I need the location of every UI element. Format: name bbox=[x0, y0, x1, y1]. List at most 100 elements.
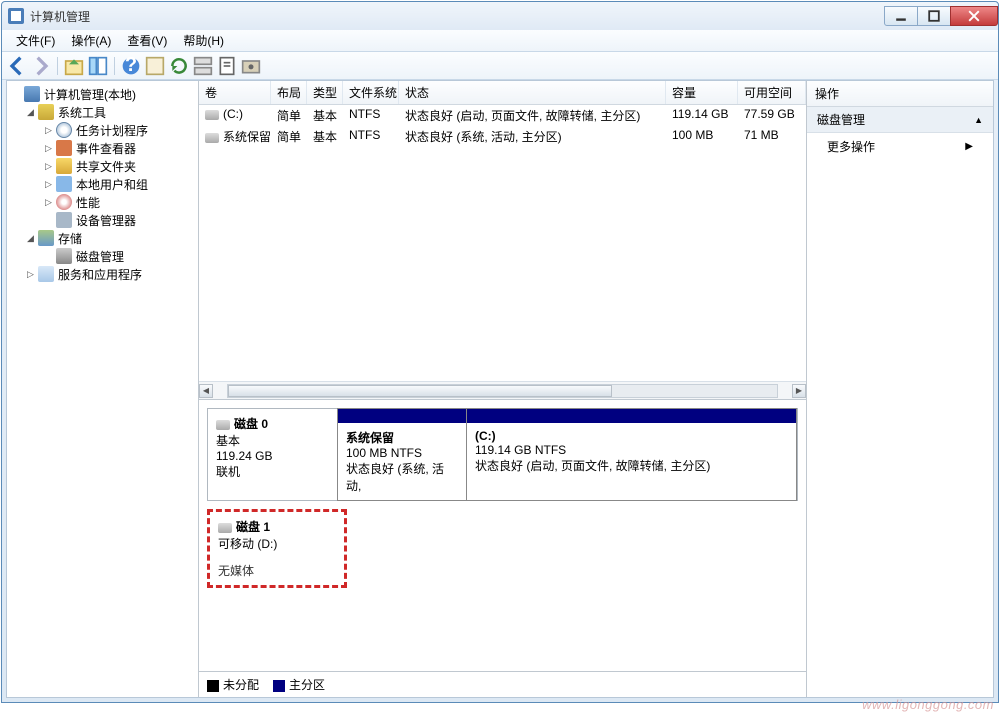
forward-button[interactable] bbox=[30, 55, 52, 77]
tree-root[interactable]: 计算机管理(本地) bbox=[7, 85, 198, 103]
share-icon bbox=[56, 158, 72, 174]
clock-icon bbox=[56, 122, 72, 138]
volume-row[interactable]: (C:) 简单 基本 NTFS 状态良好 (启动, 页面文件, 故障转储, 主分… bbox=[199, 105, 806, 126]
tree-label: 系统工具 bbox=[58, 104, 106, 121]
volume-icon bbox=[205, 133, 219, 143]
col-filesystem[interactable]: 文件系统 bbox=[343, 81, 399, 104]
tree-storage[interactable]: ◢存储 bbox=[7, 229, 198, 247]
help-button[interactable]: ? bbox=[120, 55, 142, 77]
vol-fs: NTFS bbox=[343, 106, 399, 125]
vol-free: 71 MB bbox=[738, 127, 806, 146]
tree-services[interactable]: ▷服务和应用程序 bbox=[7, 265, 198, 283]
vol-name: 系统保留 bbox=[223, 130, 271, 144]
window-title: 计算机管理 bbox=[30, 8, 90, 25]
tree-label: 服务和应用程序 bbox=[58, 266, 142, 283]
volume-list-header[interactable]: 卷 布局 类型 文件系统 状态 容量 可用空间 bbox=[199, 81, 806, 105]
tree-local-users[interactable]: ▷本地用户和组 bbox=[7, 175, 198, 193]
col-capacity[interactable]: 容量 bbox=[666, 81, 738, 104]
actions-header: 操作 bbox=[807, 81, 993, 107]
col-type[interactable]: 类型 bbox=[307, 81, 343, 104]
tree-disk-management[interactable]: 磁盘管理 bbox=[7, 247, 198, 265]
scroll-track[interactable] bbox=[227, 384, 778, 398]
computer-icon bbox=[24, 86, 40, 102]
legend: 未分配 主分区 bbox=[199, 671, 806, 697]
close-button[interactable] bbox=[950, 6, 998, 26]
partition[interactable]: (C:) 119.14 GB NTFS 状态良好 (启动, 页面文件, 故障转储… bbox=[466, 408, 797, 501]
tree-label: 任务计划程序 bbox=[76, 122, 148, 139]
svg-text:?: ? bbox=[125, 56, 137, 76]
disk-row[interactable]: 磁盘 0 基本 119.24 GB 联机 系统保留 100 MB NTFS 状态… bbox=[207, 408, 798, 501]
disk-graphical-view[interactable]: 磁盘 0 基本 119.24 GB 联机 系统保留 100 MB NTFS 状态… bbox=[199, 399, 806, 671]
main-pane: 卷 布局 类型 文件系统 状态 容量 可用空间 (C:) 简单 基本 NTFS … bbox=[199, 81, 807, 697]
tree-task-scheduler[interactable]: ▷任务计划程序 bbox=[7, 121, 198, 139]
actions-section[interactable]: 磁盘管理 ▲ bbox=[807, 107, 993, 133]
vol-name: (C:) bbox=[223, 107, 243, 121]
disk-name: 磁盘 1 bbox=[236, 520, 270, 534]
disk-status: 联机 bbox=[216, 463, 329, 480]
minimize-button[interactable] bbox=[884, 6, 918, 26]
menu-view[interactable]: 查看(V) bbox=[119, 30, 175, 51]
scroll-thumb[interactable] bbox=[228, 385, 612, 397]
partition-header bbox=[338, 409, 466, 423]
tree-system-tools[interactable]: ◢系统工具 bbox=[7, 103, 198, 121]
horizontal-scrollbar[interactable]: ◀ ▶ bbox=[199, 381, 806, 399]
disk-name: 磁盘 0 bbox=[234, 417, 268, 431]
actions-more[interactable]: 更多操作 ▶ bbox=[807, 133, 993, 160]
toolbar: ? bbox=[2, 52, 998, 80]
col-volume[interactable]: 卷 bbox=[199, 81, 271, 104]
tree-shared-folders[interactable]: ▷共享文件夹 bbox=[7, 157, 198, 175]
vol-layout: 简单 bbox=[271, 106, 307, 125]
tree-event-viewer[interactable]: ▷事件查看器 bbox=[7, 139, 198, 157]
vol-fs: NTFS bbox=[343, 127, 399, 146]
partition-size: 100 MB NTFS bbox=[346, 446, 458, 460]
view-button-1[interactable] bbox=[144, 55, 166, 77]
users-icon bbox=[56, 176, 72, 192]
show-hide-tree-button[interactable] bbox=[87, 55, 109, 77]
disk-status: 无媒体 bbox=[218, 562, 336, 579]
tree-performance[interactable]: ▷性能 bbox=[7, 193, 198, 211]
tree-device-manager[interactable]: 设备管理器 bbox=[7, 211, 198, 229]
chevron-up-icon: ▲ bbox=[974, 115, 983, 125]
vol-type: 基本 bbox=[307, 127, 343, 146]
col-status[interactable]: 状态 bbox=[399, 81, 666, 104]
col-free[interactable]: 可用空间 bbox=[738, 81, 806, 104]
vol-free: 77.59 GB bbox=[738, 106, 806, 125]
performance-icon bbox=[56, 194, 72, 210]
view-button-2[interactable] bbox=[192, 55, 214, 77]
scroll-left-icon[interactable]: ◀ bbox=[199, 384, 213, 398]
tree-label: 存储 bbox=[58, 230, 82, 247]
app-icon bbox=[8, 8, 24, 24]
volume-list[interactable]: (C:) 简单 基本 NTFS 状态良好 (启动, 页面文件, 故障转储, 主分… bbox=[199, 105, 806, 381]
volume-row[interactable]: 系统保留 简单 基本 NTFS 状态良好 (系统, 活动, 主分区) 100 M… bbox=[199, 126, 806, 147]
menubar: 文件(F) 操作(A) 查看(V) 帮助(H) bbox=[2, 30, 998, 52]
up-button[interactable] bbox=[63, 55, 85, 77]
disk-info[interactable]: 磁盘 1 可移动 (D:) 无媒体 bbox=[210, 512, 344, 585]
menu-help[interactable]: 帮助(H) bbox=[175, 30, 232, 51]
menu-file[interactable]: 文件(F) bbox=[8, 30, 63, 51]
disk-icon bbox=[218, 523, 232, 533]
refresh-button[interactable] bbox=[168, 55, 190, 77]
vol-layout: 简单 bbox=[271, 127, 307, 146]
vol-type: 基本 bbox=[307, 106, 343, 125]
partition-status: 状态良好 (启动, 页面文件, 故障转储, 主分区) bbox=[475, 457, 788, 474]
disk-info[interactable]: 磁盘 0 基本 119.24 GB 联机 bbox=[208, 409, 338, 500]
vol-capacity: 100 MB bbox=[666, 127, 738, 146]
maximize-button[interactable] bbox=[917, 6, 951, 26]
scroll-right-icon[interactable]: ▶ bbox=[792, 384, 806, 398]
disk-size: 119.24 GB bbox=[216, 449, 329, 463]
back-button[interactable] bbox=[6, 55, 28, 77]
partition[interactable]: 系统保留 100 MB NTFS 状态良好 (系统, 活动, bbox=[337, 408, 467, 501]
properties-button[interactable] bbox=[216, 55, 238, 77]
actions-item-label: 更多操作 bbox=[827, 138, 875, 155]
service-icon bbox=[38, 266, 54, 282]
col-layout[interactable]: 布局 bbox=[271, 81, 307, 104]
chevron-right-icon: ▶ bbox=[965, 141, 973, 152]
partition-size: 119.14 GB NTFS bbox=[475, 443, 788, 457]
menu-action[interactable]: 操作(A) bbox=[63, 30, 119, 51]
disk-row-removable[interactable]: 磁盘 1 可移动 (D:) 无媒体 bbox=[207, 509, 347, 588]
settings-button[interactable] bbox=[240, 55, 262, 77]
client-area: 计算机管理(本地) ◢系统工具 ▷任务计划程序 ▷事件查看器 ▷共享文件夹 ▷本… bbox=[6, 80, 994, 698]
titlebar[interactable]: 计算机管理 bbox=[2, 2, 998, 30]
watermark: www.ligonggong.com bbox=[862, 697, 994, 712]
navigation-tree[interactable]: 计算机管理(本地) ◢系统工具 ▷任务计划程序 ▷事件查看器 ▷共享文件夹 ▷本… bbox=[7, 81, 199, 697]
